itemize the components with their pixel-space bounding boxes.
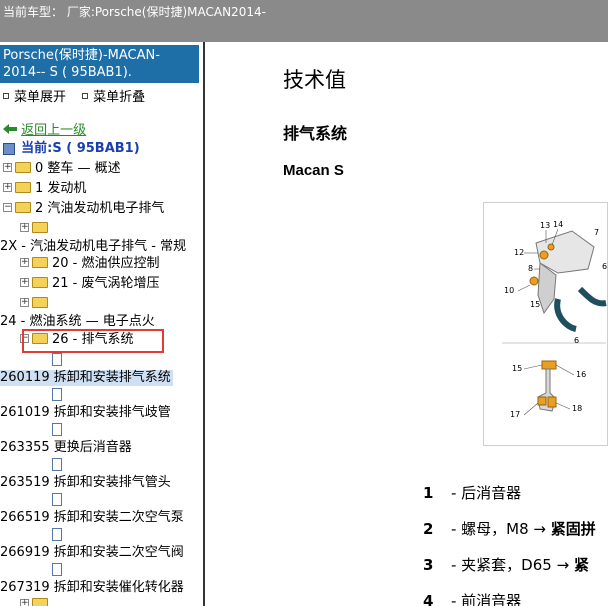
document-icon [52,528,62,541]
tree-item[interactable]: + [20,221,52,237]
tree-item[interactable]: +1 发动机 [3,181,86,197]
tree-item[interactable]: 266519 拆卸和安装二次空气泵 [0,510,184,526]
tree-item[interactable]: 267319 拆卸和安装催化转化器 [0,580,184,596]
folder-icon [32,598,48,606]
vehicle-info-box: Porsche(保时捷)-MACAN- 2014-- S ( 95BAB1). [0,45,199,83]
menu-controls: 菜单展开 菜单折叠 [3,86,157,105]
vehicle-info-line2: 2014-- S ( 95BAB1). [3,65,132,80]
collapse-icon[interactable]: − [3,203,12,212]
back-arrow-icon [3,123,17,134]
square-icon [3,92,9,99]
tree-item[interactable]: 263519 拆卸和安装排气管头 [0,475,171,491]
tree-item[interactable]: +21 - 废气涡轮增压 [20,276,160,292]
legend-item-3: 3- 夹紧套，D65 → 紧 [423,556,589,574]
content-panel: 技术值 排气系统 Macan S 13 14 12 8 7 6 10 15 6 … [205,42,608,606]
exhaust-diagram: 13 14 12 8 7 6 10 15 6 15 16 17 18 [502,220,607,419]
current-node: 当前:S ( 95BAB1) [3,141,140,157]
tree-item[interactable]: 2X - 汽油发动机电子排气 - 常规 [0,239,186,255]
square-icon [82,92,89,99]
doc-node[interactable] [52,458,62,474]
expand-icon[interactable]: + [20,599,29,606]
model-heading: Macan S [283,162,344,179]
tree-item[interactable]: +0 整车 — 概述 [3,161,121,177]
tree-item[interactable]: −2 汽油发动机电子排气 [3,201,164,217]
legend-item-1: 1- 后消音器 [423,484,522,502]
expand-icon[interactable]: + [3,183,12,192]
doc-node[interactable] [52,388,62,404]
tree-item[interactable]: 263355 更换后消音器 [0,440,132,456]
tree-item[interactable]: + [20,597,52,606]
figure-label-14: 14 [553,220,563,229]
tree-item[interactable]: 261019 拆卸和安装排气歧管 [0,405,171,421]
folder-icon [15,182,31,193]
expand-icon[interactable]: + [20,298,29,307]
folder-icon [15,162,31,173]
doc-node[interactable] [52,423,62,439]
expand-icon[interactable]: + [20,258,29,267]
document-icon [52,423,62,436]
expand-icon[interactable]: + [20,223,29,232]
figure-label-6b: 6 [574,336,579,345]
menu-expand-button[interactable]: 菜单展开 [3,90,66,105]
document-icon [52,458,62,471]
figure-label-18: 18 [572,404,582,413]
expand-icon[interactable]: + [3,163,12,172]
figure-label-13: 13 [540,221,550,230]
page-title: 技术值 [283,68,346,92]
tree-item[interactable]: 24 - 燃油系统 — 电子点火 [0,314,155,330]
figure-label-16: 16 [576,370,586,379]
sidebar-tree-panel: Porsche(保时捷)-MACAN- 2014-- S ( 95BAB1). … [0,42,203,606]
document-icon [52,563,62,576]
vehicle-title-bar: 当前车型： 厂家:Porsche(保时捷)MACAN2014- [0,0,608,42]
folder-icon [32,277,48,288]
expand-icon[interactable]: + [20,278,29,287]
figure-label-8: 8 [528,264,533,273]
highlight-annotation [22,329,164,353]
tree-item-selected[interactable]: 260119 拆卸和安装排气系统 [0,370,173,386]
folder-icon [32,257,48,268]
folder-icon [15,202,31,213]
document-icon [52,493,62,506]
figure-label-6: 6 [602,262,607,271]
doc-node[interactable] [52,493,62,509]
doc-node[interactable] [52,353,62,369]
figure-label-10: 10 [504,286,514,295]
computer-icon [3,142,15,155]
doc-node[interactable] [52,528,62,544]
figure-label-15b: 15 [512,364,522,373]
legend-item-2: 2- 螺母，M8 → 紧固拼 [423,520,596,538]
tree-item[interactable]: +20 - 燃油供应控制 [20,256,160,272]
figure-label-7: 7 [594,228,599,237]
document-icon [52,353,62,366]
exhaust-diagram-figure: 13 14 12 8 7 6 10 15 6 15 16 17 18 [483,202,608,446]
section-heading: 排气系统 [283,124,348,143]
figure-label-17: 17 [510,410,520,419]
tree-item[interactable]: 266919 拆卸和安装二次空气阀 [0,545,184,561]
vehicle-title-text: 当前车型： 厂家:Porsche(保时捷)MACAN2014- [3,5,266,19]
document-icon [52,388,62,401]
folder-icon [32,222,48,233]
figure-label-12: 12 [514,248,524,257]
tree-item[interactable]: + [20,296,52,312]
legend-item-4: 4- 前消音器 [423,592,522,606]
doc-node[interactable] [52,563,62,579]
vehicle-info-line1: Porsche(保时捷)-MACAN- [3,48,160,63]
figure-label-15: 15 [530,300,540,309]
back-link[interactable]: 返回上一级 [3,123,86,139]
folder-icon [32,297,48,308]
menu-collapse-button[interactable]: 菜单折叠 [82,90,145,105]
